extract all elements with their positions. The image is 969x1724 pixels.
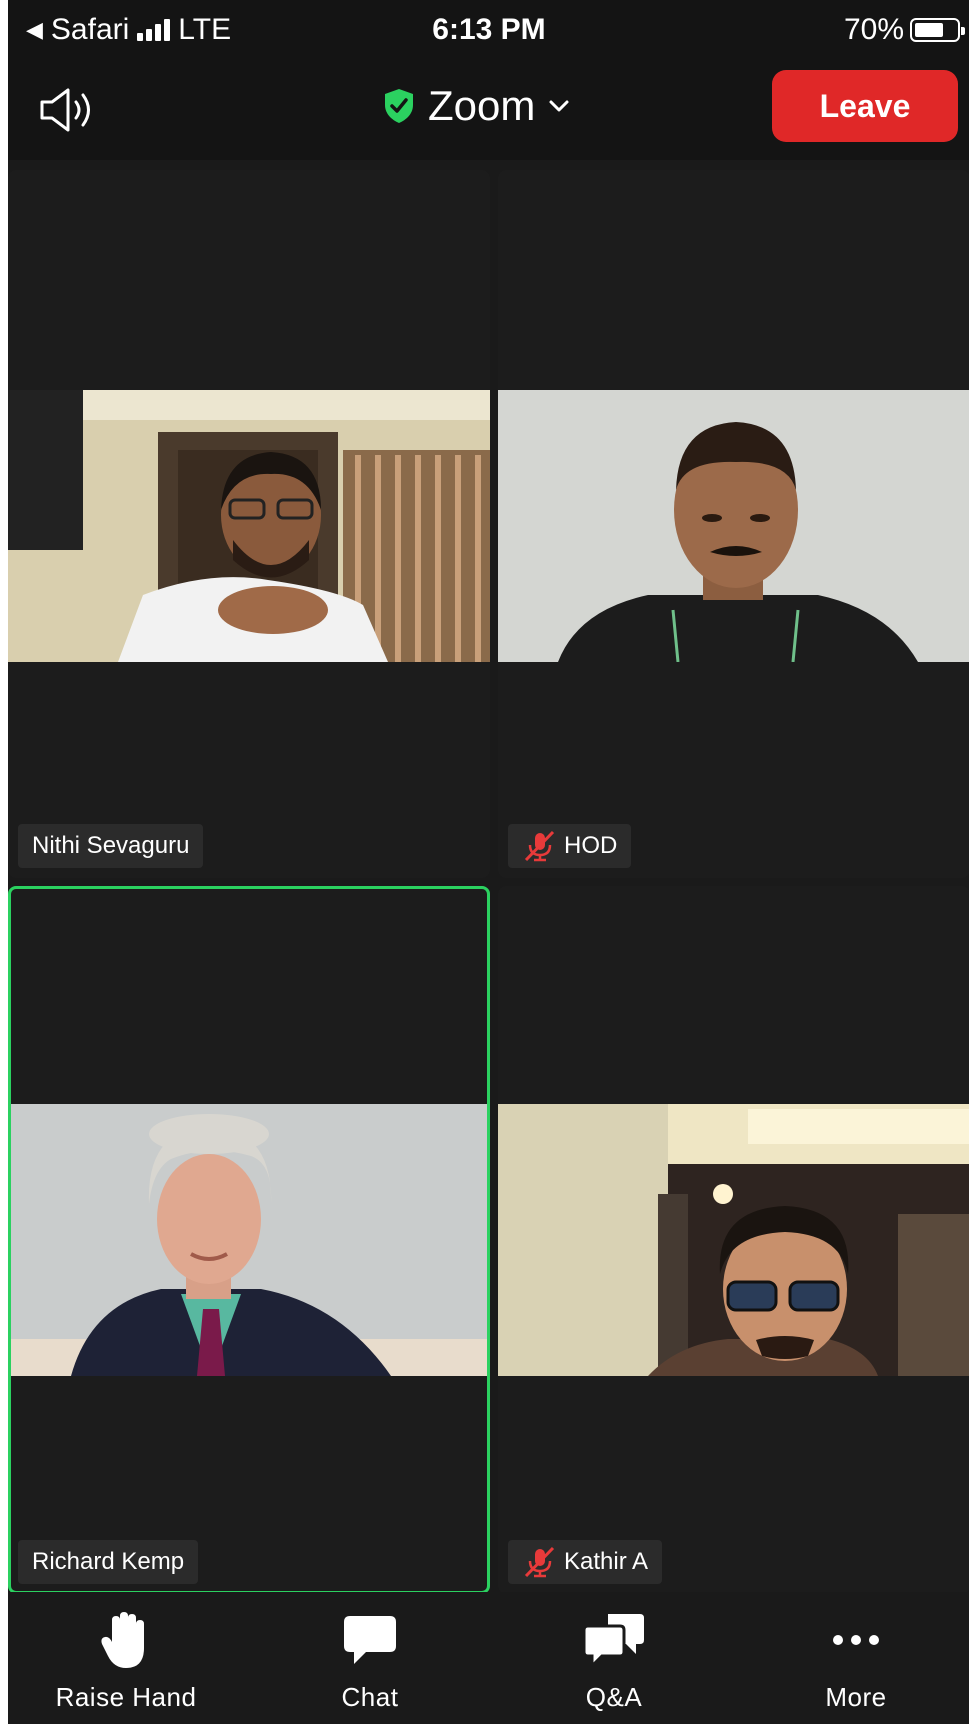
- participant-name-tag: HOD: [508, 824, 632, 868]
- video-tile[interactable]: Nithi Sevaguru: [8, 170, 490, 878]
- video-feed: [498, 1104, 969, 1376]
- raise-hand-button[interactable]: Raise Hand: [26, 1610, 226, 1720]
- chat-label: Chat: [341, 1682, 399, 1712]
- participant-video: [498, 1104, 969, 1376]
- video-tile-active-speaker[interactable]: Richard Kemp: [8, 886, 490, 1594]
- participant-name-tag: Nithi Sevaguru: [18, 824, 204, 868]
- shield-check-icon: [385, 89, 413, 123]
- video-feed: [8, 390, 490, 662]
- qa-icon: [582, 1614, 644, 1670]
- raise-hand-label: Raise Hand: [55, 1682, 197, 1712]
- leave-button[interactable]: Leave: [772, 70, 958, 142]
- participant-name: Richard Kemp: [32, 1548, 185, 1575]
- participant-video: [498, 390, 969, 662]
- video-feed: [11, 1104, 487, 1376]
- participant-video: [8, 390, 490, 662]
- raise-hand-icon: [101, 1612, 144, 1668]
- participant-name-tag: Richard Kemp: [18, 1540, 199, 1584]
- battery-percent: 70%: [843, 13, 904, 46]
- video-tile[interactable]: HOD: [498, 170, 969, 878]
- muted-microphone-icon: [524, 1546, 555, 1578]
- participant-name: HOD: [564, 832, 618, 859]
- meeting-title-button[interactable]: Zoom: [382, 82, 571, 130]
- meeting-header: Zoom Leave: [8, 60, 969, 160]
- chat-icon: [344, 1616, 396, 1664]
- zoom-meeting-screen: ◀ Safari LTE 6:13 PM 70% Zoom Leave Nith…: [8, 0, 969, 1724]
- clock: 6:13 PM: [432, 13, 546, 46]
- battery-icon: [910, 18, 965, 42]
- status-right: 70%: [843, 13, 965, 47]
- participant-name: Kathir A: [564, 1548, 649, 1575]
- meeting-title: Zoom: [428, 82, 536, 129]
- status-bar: ◀ Safari LTE 6:13 PM 70%: [8, 0, 969, 60]
- video-feed: [498, 390, 969, 662]
- participant-name: Nithi Sevaguru: [32, 832, 190, 859]
- more-label: More: [825, 1682, 887, 1712]
- qa-button[interactable]: Q&A: [514, 1610, 714, 1720]
- more-button[interactable]: More: [756, 1610, 956, 1720]
- chat-button[interactable]: Chat: [270, 1610, 470, 1720]
- participant-video: [11, 1104, 487, 1376]
- more-icon: [833, 1635, 879, 1645]
- qa-label: Q&A: [585, 1682, 643, 1712]
- chevron-down-icon: [549, 100, 569, 112]
- speaker-icon[interactable]: [36, 80, 100, 140]
- participant-name-tag: Kathir A: [508, 1540, 663, 1584]
- video-tile[interactable]: Kathir A: [498, 886, 969, 1594]
- muted-microphone-icon: [524, 830, 555, 862]
- meeting-toolbar: Raise Hand Chat Q&A More: [8, 1592, 969, 1724]
